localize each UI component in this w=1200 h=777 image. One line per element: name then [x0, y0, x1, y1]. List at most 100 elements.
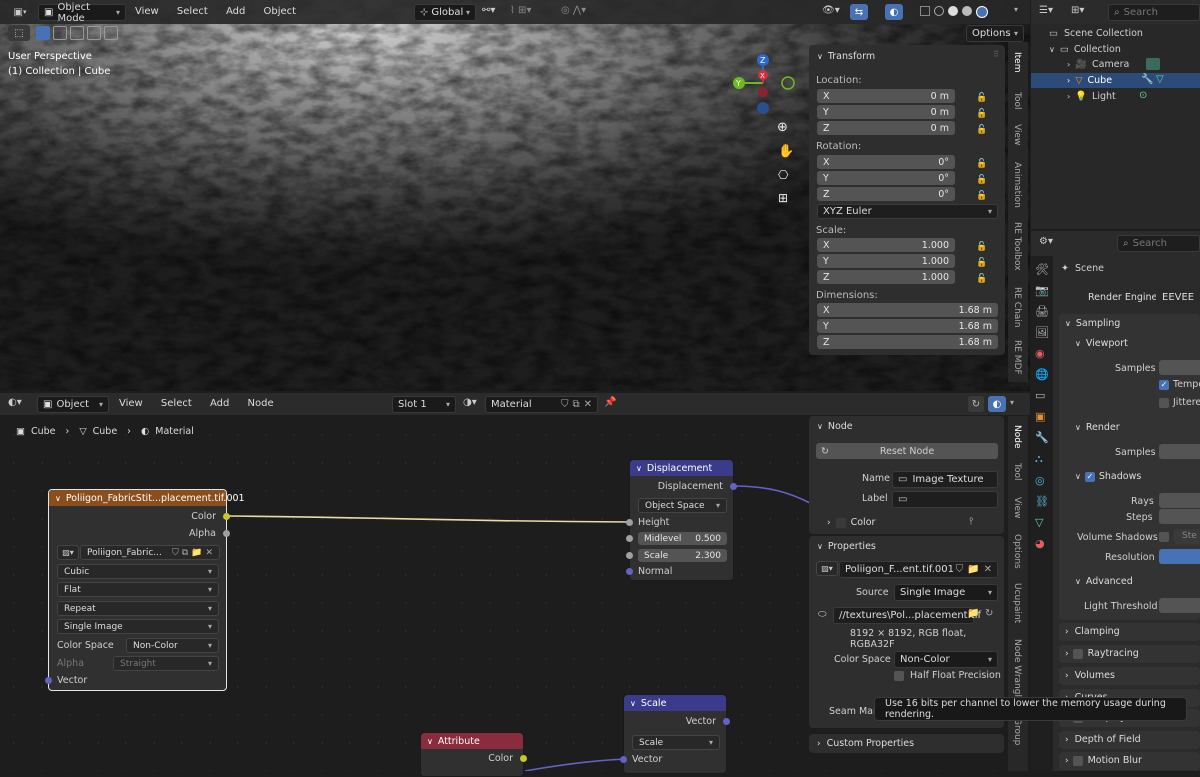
tab-animation[interactable]: Animation	[1012, 162, 1022, 208]
data-tab-icon[interactable]: ▽	[1035, 516, 1049, 529]
render-subheader[interactable]: ∨ Render	[1075, 422, 1120, 433]
tab-re-chain[interactable]: RE Chain	[1012, 287, 1022, 328]
source-dropdown[interactable]: Single Image ▾	[57, 619, 219, 634]
shading-modes[interactable]	[920, 6, 988, 18]
outliner-scene-collection[interactable]: ▭ Scene Collection	[1049, 28, 1143, 39]
material-tab-icon[interactable]: ◕	[1035, 537, 1049, 550]
select-extend-icon[interactable]	[53, 26, 67, 40]
filter-icon[interactable]: ⊞▾	[1071, 5, 1084, 16]
transform-header[interactable]: ∨ Transform	[817, 51, 875, 62]
modifier-tab-icon[interactable]: 🔧	[1035, 431, 1049, 444]
object-tab-icon[interactable]: ▣	[1035, 410, 1049, 423]
menu-view[interactable]: View	[135, 6, 159, 17]
physics-tab-icon[interactable]: ◎	[1035, 474, 1049, 487]
texture-node-header[interactable]: ∨ Poliigon_FabricStit...placement.tif.001	[49, 490, 245, 506]
scale-y-field[interactable]: Y 1.000	[817, 254, 955, 268]
depth-of-field-panel[interactable]: › Depth of Field	[1059, 731, 1200, 749]
rotation-mode-dropdown[interactable]: XYZ Euler ▾	[817, 204, 998, 219]
scale-input-socket[interactable]	[626, 552, 633, 559]
scene-tab-icon[interactable]: ◉	[1035, 347, 1049, 360]
raytracing-panel[interactable]: › Raytracing	[1059, 645, 1200, 663]
projection-dropdown[interactable]: Flat ▾	[57, 582, 219, 597]
tab-tool[interactable]: Tool	[1012, 92, 1022, 109]
visibility-icon[interactable]: 👁▾	[822, 5, 840, 16]
outliner-item-camera[interactable]: › 🎥 Camera	[1067, 59, 1129, 70]
filepath-field[interactable]: //textures\Pol...placement.tif	[833, 607, 981, 624]
render-samples-field[interactable]	[1159, 444, 1200, 459]
rotation-x-field[interactable]: X 0°	[817, 155, 955, 169]
height-input-socket[interactable]	[626, 519, 633, 526]
color-output-socket[interactable]	[223, 513, 230, 520]
modifier-wrench-icon[interactable]: 🔧	[1141, 74, 1153, 85]
rays-field[interactable]	[1159, 493, 1200, 508]
tab-node-view[interactable]: View	[1012, 497, 1022, 518]
panel-image-selector[interactable]: Poliigon_F...ent.tif.001 ⛉ 📁 ✕	[839, 561, 998, 578]
select-tool-icon[interactable]: ⬚	[8, 25, 30, 41]
extension-dropdown[interactable]: Repeat ▾	[57, 601, 219, 616]
rotation-z-field[interactable]: Z 0°	[817, 187, 955, 201]
location-y-field[interactable]: Y 0 m	[817, 105, 955, 119]
mesh-data-icon[interactable]: ▽	[1156, 74, 1164, 85]
volume-shadows-checkbox[interactable]	[1159, 532, 1169, 542]
location-x-field[interactable]: X 0 m	[817, 89, 955, 103]
properties-type-icon[interactable]: ⚙▾	[1039, 236, 1053, 247]
node-panel-header[interactable]: ∨ Node	[817, 421, 853, 432]
outliner-search[interactable]: ⌕ Search	[1108, 4, 1200, 21]
menu-add[interactable]: Add	[226, 6, 245, 17]
interpolation-dropdown[interactable]: Cubic ▾	[57, 564, 219, 579]
attribute-node[interactable]: ∨ Attribute Color	[420, 732, 527, 777]
select-new-icon[interactable]	[36, 26, 50, 40]
shadows-subheader[interactable]: ∨ ✓ Shadows	[1075, 471, 1141, 482]
material-preview-icon[interactable]	[962, 6, 972, 16]
camera-data-icon[interactable]	[1146, 58, 1160, 70]
folder-icon[interactable]: 📁	[191, 548, 202, 558]
select-invert-icon[interactable]	[87, 26, 101, 40]
shield-icon[interactable]: ⛉	[172, 548, 179, 558]
tab-view[interactable]: View	[1012, 124, 1022, 145]
lock-icons-rotation[interactable]: 🔓 🔓 🔓	[976, 156, 987, 204]
folder-icon[interactable]: 📁	[967, 564, 979, 575]
lock-icons-scale[interactable]: 🔓 🔓 🔓	[976, 239, 987, 287]
tool-tab-icon[interactable]: 🛠	[1035, 263, 1049, 276]
viewport-subheader[interactable]: ∨ Viewport	[1075, 338, 1128, 349]
scale-field[interactable]: Scale 2.300	[638, 549, 727, 562]
color-presets-icon[interactable]: ⫯	[969, 516, 973, 527]
scale-node-header[interactable]: ∨ Scale	[624, 695, 726, 711]
tab-node-tool[interactable]: Tool	[1012, 463, 1022, 480]
reload-icon[interactable]: ↻	[985, 608, 993, 619]
output-tab-icon[interactable]: 🖨	[1035, 305, 1049, 318]
lock-icons-location[interactable]: 🔓 🔓 🔓	[976, 90, 987, 138]
clamping-panel[interactable]: › Clamping	[1059, 623, 1200, 641]
checkbox-checked-icon[interactable]: ✓	[1084, 471, 1095, 482]
close-icon[interactable]: ✕	[205, 548, 213, 558]
half-float-checkbox[interactable]: Half Float Precision	[894, 670, 1001, 681]
view-layer-tab-icon[interactable]: 🖼	[1035, 326, 1049, 339]
render-engine-dropdown[interactable]: EEVEE	[1156, 289, 1200, 306]
steps-field[interactable]	[1159, 509, 1200, 524]
attribute-color-socket[interactable]	[520, 755, 527, 762]
sampling-header[interactable]: ∨ Sampling	[1065, 318, 1120, 329]
tab-re-mdf[interactable]: RE MDF	[1012, 340, 1022, 375]
vector-math-scale-node[interactable]: ∨ Scale Vector Scale ▾ Vector	[620, 694, 730, 774]
vector-input-socket[interactable]	[45, 677, 52, 684]
image-browse-icon[interactable]: ▨▾	[816, 561, 838, 576]
alpha-output-socket[interactable]	[223, 530, 230, 537]
select-subtract-icon[interactable]	[70, 26, 84, 40]
node-properties-header[interactable]: ∨ Properties	[817, 541, 876, 552]
dimensions-z-field[interactable]: Z 1.68 m	[817, 335, 998, 349]
editor-type-icon[interactable]: ▣ ▾	[8, 4, 32, 20]
jittered-checkbox[interactable]: Jittered	[1159, 397, 1200, 408]
tab-ucupaint[interactable]: Ucupaint	[1012, 583, 1022, 623]
dimensions-x-field[interactable]: X 1.68 m	[817, 303, 998, 317]
advanced-subheader[interactable]: ∨ Advanced	[1075, 576, 1133, 587]
tab-item[interactable]: Item	[1012, 52, 1022, 73]
scale-z-field[interactable]: Z 1.000	[817, 270, 955, 284]
shield-icon[interactable]: ⛉	[956, 564, 964, 575]
camera-view-icon[interactable]: ⎔	[778, 168, 788, 182]
orientation-dropdown[interactable]: ⊹ Global ▾	[414, 4, 476, 21]
space-dropdown[interactable]: Object Space ▾	[638, 498, 727, 513]
select-intersect-icon[interactable]	[104, 26, 118, 40]
motion-blur-panel[interactable]: › Motion Blur	[1059, 752, 1200, 770]
location-z-field[interactable]: Z 0 m	[817, 121, 955, 135]
grid-view-icon[interactable]: ⊞	[778, 191, 788, 205]
